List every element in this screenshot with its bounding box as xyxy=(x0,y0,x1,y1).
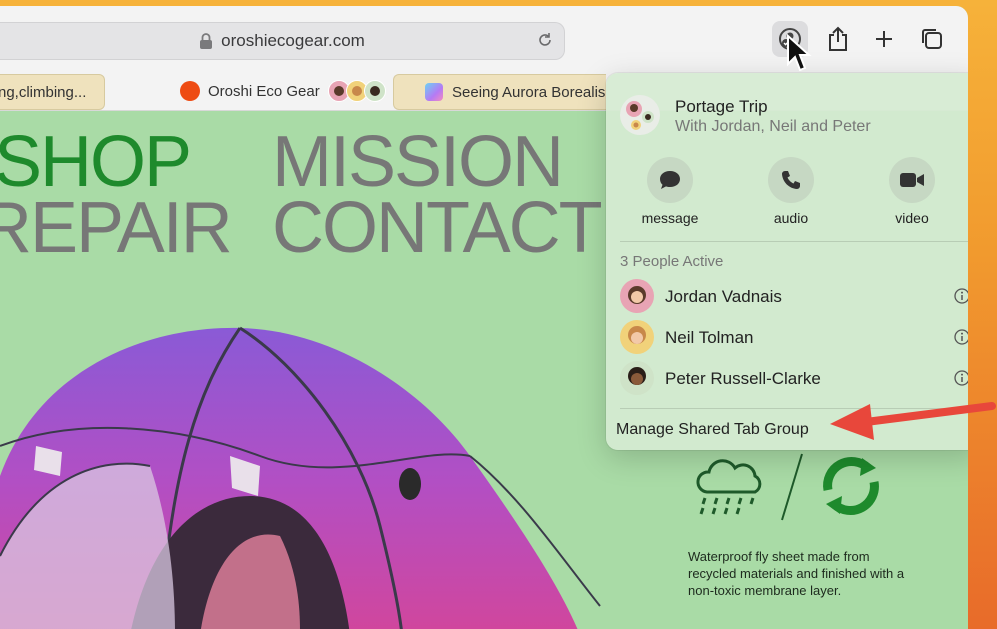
phone-icon xyxy=(782,171,800,189)
participant-row-jordan[interactable]: Jordan Vadnais xyxy=(620,279,968,315)
rain-cloud-icon xyxy=(696,459,762,515)
address-bar[interactable]: oroshiecogear.com xyxy=(0,22,565,60)
divider xyxy=(620,241,968,242)
tab-participants xyxy=(327,80,386,102)
info-icon[interactable] xyxy=(954,288,968,304)
oroshi-favicon xyxy=(180,81,200,101)
video-label: video xyxy=(895,210,929,226)
message-circle xyxy=(647,157,693,203)
participant-row-peter[interactable]: Peter Russell-Clarke xyxy=(620,361,968,397)
divider-slash xyxy=(781,453,803,521)
message-action[interactable]: message xyxy=(630,157,710,226)
url-text: oroshiecogear.com xyxy=(221,31,365,50)
annotation-arrow-icon xyxy=(830,402,996,440)
group-avatar xyxy=(620,95,660,135)
tab-oroshi-eco-gear[interactable]: Oroshi Eco Gear xyxy=(180,74,386,108)
avatar xyxy=(620,361,654,395)
nav-mission[interactable]: MISSION xyxy=(272,126,564,198)
audio-circle xyxy=(768,157,814,203)
group-subtitle: With Jordan, Neil and Peter xyxy=(675,118,871,135)
audio-label: audio xyxy=(773,210,809,226)
message-label: message xyxy=(641,210,699,226)
toolbar: oroshiecogear.com xyxy=(0,6,968,76)
tab-climbing[interactable]: ng,climbing... xyxy=(0,74,105,110)
shared-tab-group-popover: Portage Trip With Jordan, Neil and Peter… xyxy=(606,73,968,450)
new-tab-button[interactable] xyxy=(866,21,902,57)
avatar xyxy=(363,80,386,102)
lock-icon xyxy=(200,32,213,49)
info-icon[interactable] xyxy=(954,329,968,345)
tab-overview-icon xyxy=(922,29,942,49)
tab-title: Oroshi Eco Gear xyxy=(208,82,320,100)
tent-image xyxy=(0,326,601,629)
aurora-favicon xyxy=(425,83,443,101)
share-button[interactable] xyxy=(820,21,856,57)
avatar xyxy=(620,320,654,354)
tab-aurora[interactable]: Seeing Aurora Borealis xyxy=(393,74,606,110)
people-active-header: 3 People Active xyxy=(620,253,724,270)
participant-name: Jordan Vadnais xyxy=(665,287,782,306)
nav-repair[interactable]: REPAIR xyxy=(0,192,233,264)
recycle-icon xyxy=(823,457,879,515)
nav-contact[interactable]: CONTACT xyxy=(272,192,603,264)
nav-shop[interactable]: SHOP xyxy=(0,126,192,198)
reload-icon[interactable] xyxy=(536,31,554,49)
plus-icon xyxy=(876,31,892,47)
video-circle xyxy=(889,157,935,203)
tab-title: Seeing Aurora Borealis xyxy=(452,83,606,101)
manage-shared-tab-group-button[interactable]: Manage Shared Tab Group xyxy=(616,421,809,439)
tab-overview-button[interactable] xyxy=(914,21,950,57)
group-title: Portage Trip xyxy=(675,97,768,116)
video-action[interactable]: video xyxy=(872,157,952,226)
message-icon xyxy=(660,171,680,189)
info-icon[interactable] xyxy=(954,370,968,386)
participant-row-neil[interactable]: Neil Tolman xyxy=(620,320,968,356)
share-icon xyxy=(829,26,847,51)
audio-action[interactable]: audio xyxy=(751,157,831,226)
participant-name: Neil Tolman xyxy=(665,328,754,347)
product-caption: Waterproof fly sheet made from recycled … xyxy=(688,549,905,598)
mouse-cursor-icon xyxy=(787,34,812,72)
avatar xyxy=(620,279,654,313)
video-icon xyxy=(900,173,924,187)
participant-name: Peter Russell-Clarke xyxy=(665,369,821,388)
tab-title: ng,climbing... xyxy=(0,83,87,101)
browser-window: oroshiecogear.com ng,climbing... Oroshi … xyxy=(0,6,968,629)
